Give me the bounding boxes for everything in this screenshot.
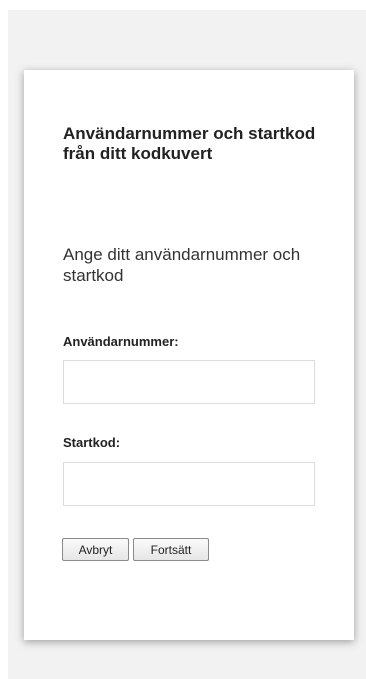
start-code-input[interactable]: [63, 462, 315, 506]
cancel-button[interactable]: Avbryt: [62, 538, 129, 561]
form-title: Användarnummer och startkod från ditt ko…: [63, 124, 316, 163]
instruction-text: Ange ditt användarnummer och startkod: [63, 245, 301, 285]
start-code-label: Startkod:: [63, 435, 121, 450]
continue-button[interactable]: Fortsätt: [133, 538, 209, 561]
user-number-input[interactable]: [63, 360, 315, 404]
login-card: Användarnummer och startkod från ditt ko…: [24, 70, 354, 640]
user-number-label: Användarnummer:: [63, 334, 179, 349]
